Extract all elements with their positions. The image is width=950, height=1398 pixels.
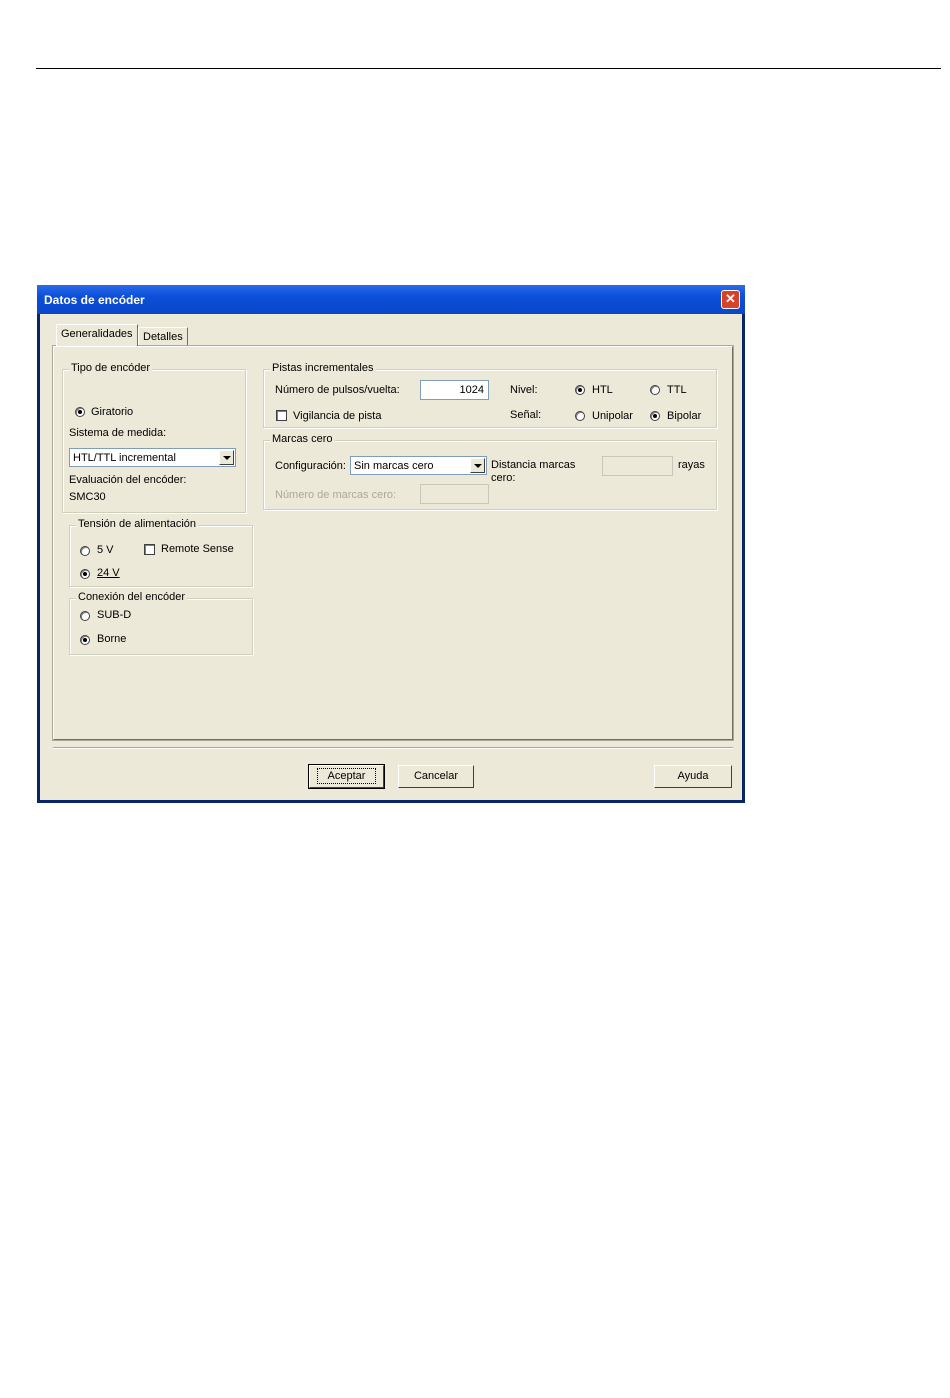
encoder-type-group: Tipo de encóder Giratorio Sistema de med…	[62, 362, 246, 513]
level-ttl-label: TTL	[667, 384, 687, 396]
rotary-label: Giratorio	[91, 406, 134, 418]
voltage-5v-radio[interactable]	[80, 546, 90, 556]
level-ttl-radio[interactable]	[650, 385, 660, 395]
encoder-type-legend: Tipo de encóder	[69, 362, 153, 374]
signal-bipolar-label: Bipolar	[667, 410, 702, 422]
distance-label-2: cero:	[491, 472, 516, 484]
encoder-data-dialog: Datos de encóder ✕ Generalidades Detalle…	[37, 285, 745, 803]
zero-marks-group: Marcas cero Configuración: Sin marcas ce…	[263, 433, 717, 510]
cancel-button-label: Cancelar	[413, 770, 459, 782]
tab-panel: Tipo de encóder Giratorio Sistema de med…	[52, 345, 734, 741]
supply-voltage-legend: Tensión de alimentación	[76, 518, 199, 530]
signal-bipolar-radio[interactable]	[650, 411, 660, 421]
close-button[interactable]: ✕	[721, 290, 740, 309]
accept-button-label: Aceptar	[316, 768, 377, 784]
measure-system-label: Sistema de medida:	[69, 427, 167, 439]
signal-unipolar-radio[interactable]	[575, 411, 585, 421]
level-htl-radio[interactable]	[575, 385, 585, 395]
tab-detalles[interactable]: Detalles	[138, 327, 188, 346]
measure-system-value: HTL/TTL incremental	[73, 452, 176, 464]
encoder-connection-legend: Conexión del encóder	[76, 591, 188, 603]
evaluation-label: Evaluación del encóder:	[69, 474, 187, 486]
page-rule	[36, 68, 941, 69]
signal-label: Señal:	[510, 409, 542, 421]
close-icon: ✕	[725, 291, 736, 306]
zero-marks-count-label: Número de marcas cero:	[275, 489, 397, 501]
dialog-title: Datos de encóder	[44, 293, 145, 307]
help-button-label: Ayuda	[677, 770, 709, 782]
tab-generalidades-label: Generalidades	[61, 328, 133, 340]
cancel-button[interactable]: Cancelar	[398, 765, 474, 788]
pulses-label: Número de pulsos/vuelta:	[275, 384, 400, 396]
chevron-down-icon[interactable]	[470, 458, 485, 473]
track-monitor-checkbox[interactable]	[276, 410, 287, 421]
borne-radio[interactable]	[80, 635, 90, 645]
subd-label: SUB-D	[97, 609, 132, 621]
encoder-connection-group: Conexión del encóder SUB-D Borne	[69, 591, 253, 655]
voltage-24v-radio[interactable]	[80, 569, 90, 579]
incremental-tracks-group: Pistas incrementales Número de pulsos/vu…	[263, 362, 717, 428]
zero-marks-config-combo[interactable]: Sin marcas cero	[350, 456, 487, 475]
help-button[interactable]: Ayuda	[654, 765, 732, 788]
supply-voltage-group: Tensión de alimentación 5 V Remote Sense…	[69, 518, 253, 587]
tab-generalidades[interactable]: Generalidades	[56, 324, 138, 346]
distance-label-1: Distancia marcas	[491, 459, 576, 471]
signal-unipolar-label: Unipolar	[592, 410, 633, 422]
remote-sense-label: Remote Sense	[161, 543, 234, 555]
dialog-client: Generalidades Detalles Tipo de encóder G…	[40, 314, 742, 800]
level-htl-label: HTL	[592, 384, 613, 396]
subd-radio[interactable]	[80, 611, 90, 621]
pulses-value: 1024	[459, 384, 484, 396]
measure-system-combo[interactable]: HTL/TTL incremental	[69, 448, 236, 467]
title-bar[interactable]: Datos de encóder ✕	[37, 285, 745, 314]
rotary-radio[interactable]	[75, 407, 85, 417]
accept-button[interactable]: Aceptar	[308, 764, 385, 789]
voltage-5v-label: 5 V	[97, 544, 114, 556]
button-separator	[53, 747, 733, 749]
config-label: Configuración:	[275, 460, 346, 472]
borne-label: Borne	[97, 633, 127, 645]
zero-marks-config-value: Sin marcas cero	[354, 460, 434, 472]
pulses-input[interactable]: 1024	[420, 380, 489, 400]
zero-marks-distance-input[interactable]	[602, 456, 673, 476]
tab-detalles-label: Detalles	[143, 331, 183, 343]
distance-unit: rayas	[678, 459, 705, 471]
evaluation-value: SMC30	[69, 491, 106, 503]
zero-marks-legend: Marcas cero	[270, 433, 335, 445]
incremental-tracks-legend: Pistas incrementales	[270, 362, 376, 374]
voltage-24v-label: 24 V	[97, 567, 120, 579]
track-monitor-label: Vigilancia de pista	[293, 410, 382, 422]
remote-sense-checkbox[interactable]	[144, 544, 155, 555]
level-label: Nivel:	[510, 384, 538, 396]
chevron-down-icon[interactable]	[219, 450, 234, 465]
zero-marks-count-input[interactable]	[420, 484, 489, 504]
